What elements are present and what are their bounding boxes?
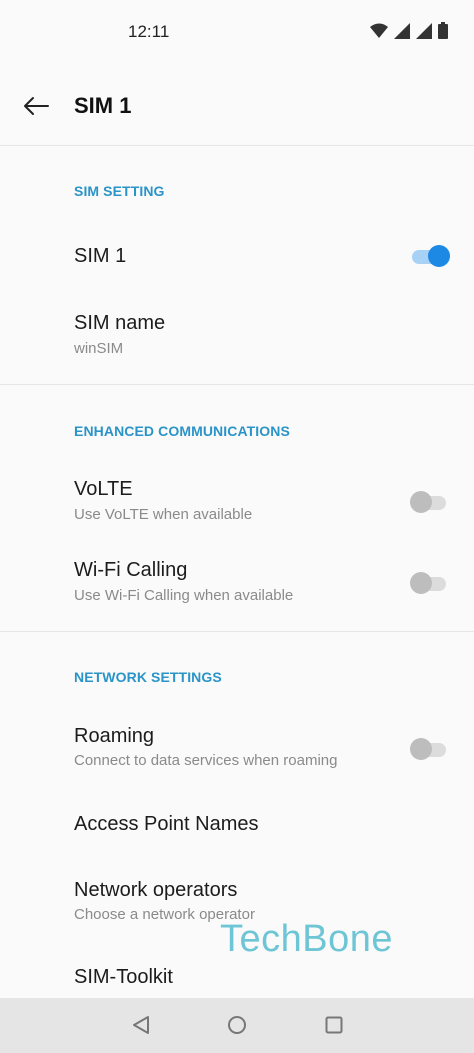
row-title: SIM name: [74, 312, 166, 334]
apn-row[interactable]: Access Point Names: [0, 795, 474, 855]
row-title: Access Point Names: [74, 813, 259, 835]
sim-name-row[interactable]: SIM name winSIM: [0, 296, 474, 372]
status-time: 12:11: [128, 22, 170, 41]
roaming-row[interactable]: Roaming Connect to data services when ro…: [0, 709, 474, 785]
row-subtitle: Use VoLTE when available: [74, 506, 253, 523]
sim1-toggle[interactable]: [410, 245, 450, 267]
circle-home-icon: [228, 1016, 246, 1034]
back-button[interactable]: [16, 86, 56, 126]
toggle-thumb: [410, 491, 432, 513]
nav-recents-button[interactable]: [321, 1012, 347, 1038]
arrow-left-icon: [24, 97, 49, 115]
toggle-thumb: [410, 572, 432, 594]
row-subtitle: Use Wi-Fi Calling when available: [74, 587, 294, 604]
wifi-calling-row[interactable]: Wi-Fi Calling Use Wi-Fi Calling when ava…: [0, 543, 474, 619]
wifi-calling-toggle[interactable]: [410, 572, 448, 594]
status-icons: [370, 22, 448, 39]
volte-row[interactable]: VoLTE Use VoLTE when available: [0, 462, 474, 538]
row-title: Roaming: [74, 725, 155, 747]
status-bar: 12:11: [0, 0, 474, 64]
row-title: Wi-Fi Calling: [74, 559, 188, 581]
nav-home-button[interactable]: [224, 1012, 250, 1038]
row-title: SIM 1: [74, 245, 127, 267]
row-title: Network operators: [74, 879, 238, 901]
nav-back-button[interactable]: [128, 1012, 154, 1038]
triangle-back-icon: [133, 1016, 149, 1034]
volte-toggle[interactable]: [410, 491, 448, 513]
watermark: TechBone: [220, 918, 394, 960]
row-subtitle: winSIM: [74, 340, 124, 357]
row-subtitle: Connect to data services when roaming: [74, 752, 338, 769]
section-header-network: NETWORK SETTINGS: [74, 669, 222, 685]
signal-icon: [394, 23, 410, 39]
battery-icon: [438, 22, 448, 39]
page-title: SIM 1: [74, 93, 132, 118]
toggle-thumb: [410, 738, 432, 760]
wifi-icon: [370, 23, 388, 38]
signal-icon: [416, 23, 432, 39]
section-header-enhanced: ENHANCED COMMUNICATIONS: [74, 423, 290, 439]
row-title: VoLTE: [74, 478, 133, 500]
square-recents-icon: [325, 1016, 343, 1034]
toggle-thumb: [428, 245, 450, 267]
section-header-sim-setting: SIM SETTING: [74, 183, 165, 199]
app-bar: SIM 1: [0, 64, 474, 146]
divider: [0, 145, 474, 146]
divider: [0, 384, 474, 385]
nav-bar: [0, 998, 474, 1053]
row-title: SIM-Toolkit: [74, 966, 173, 988]
divider: [0, 631, 474, 632]
sim1-toggle-row[interactable]: SIM 1: [0, 226, 474, 286]
roaming-toggle[interactable]: [410, 738, 448, 760]
